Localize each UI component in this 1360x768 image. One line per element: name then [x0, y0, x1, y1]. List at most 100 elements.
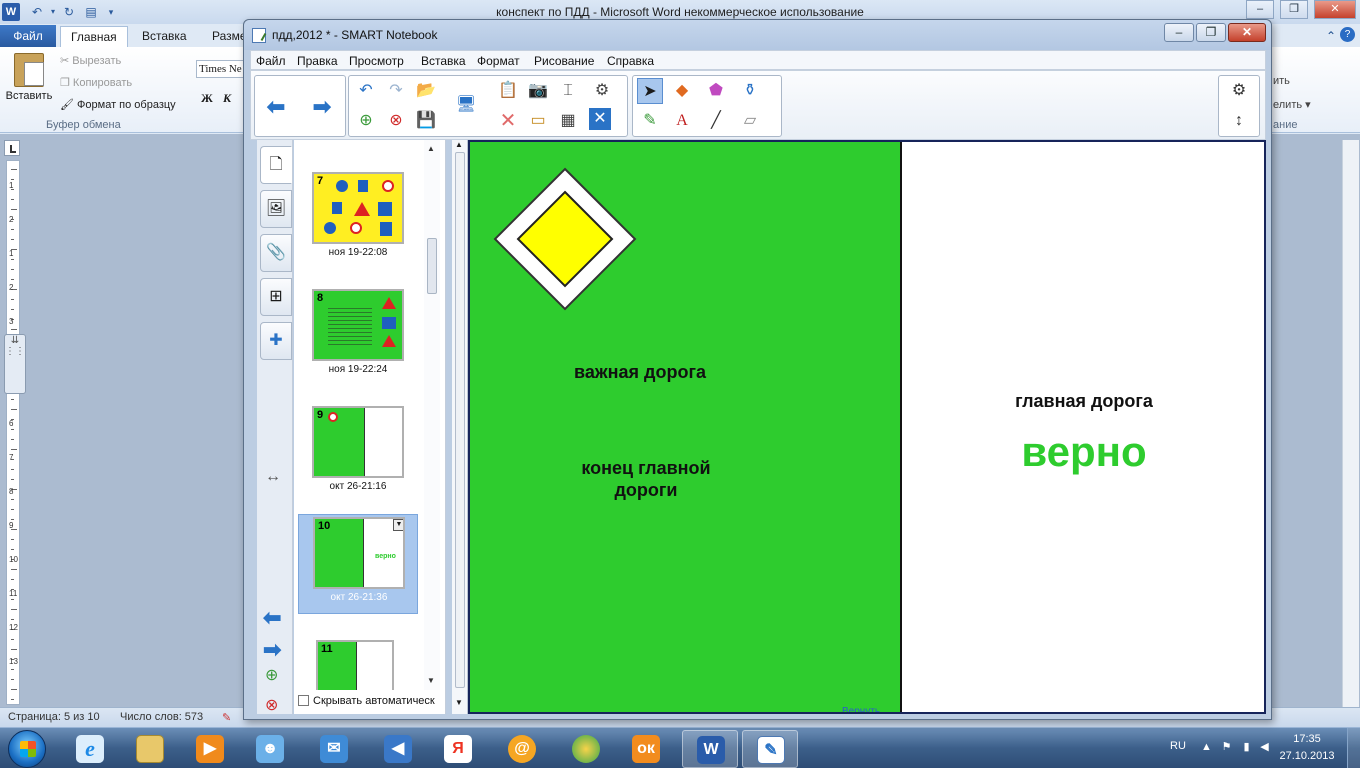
word-vertical-scrollbar[interactable]	[1342, 140, 1359, 707]
bold-button[interactable]: Ж	[201, 91, 213, 106]
taskbar-mail[interactable]: ✉	[306, 730, 362, 768]
undo-icon[interactable]: ↶	[353, 78, 379, 104]
page-thumbnail[interactable]: 11	[298, 638, 418, 690]
answer-end-of-main-road[interactable]: конец главной дороги	[546, 457, 746, 501]
menu-view[interactable]: Просмотр	[349, 54, 404, 68]
scroll-down-icon[interactable]: ▼	[427, 676, 435, 685]
replace-button[interactable]: ить	[1273, 75, 1290, 87]
taskbar-ie[interactable]: e	[62, 730, 118, 768]
cut-button[interactable]: ✂ Вырезать	[60, 52, 121, 70]
menu-help[interactable]: Справка	[607, 54, 654, 68]
notebook-close-button[interactable]: ✕	[1228, 23, 1266, 42]
font-name-field[interactable]: Times Ne	[196, 60, 248, 78]
select-tool-icon[interactable]: ➤	[637, 78, 663, 104]
menu-draw[interactable]: Рисование	[534, 54, 594, 68]
delete-icon[interactable]: ✕	[495, 108, 521, 134]
move-toolbar-icon[interactable]: ↕	[1226, 108, 1252, 134]
fill-tool-icon[interactable]: ⚱	[737, 78, 763, 104]
notebook-minimize-button[interactable]: –	[1164, 23, 1194, 42]
document-camera-icon[interactable]: ⌶	[555, 78, 581, 104]
screen-display-icon[interactable]: 🖥	[453, 92, 479, 118]
tab-attachments[interactable]: 📎	[260, 234, 292, 272]
resize-sidebar-icon[interactable]: ↔	[265, 468, 281, 486]
word-restore-button[interactable]: ❐	[1280, 0, 1308, 19]
clock-time[interactable]: 17:35	[1282, 733, 1332, 745]
action-center-icon[interactable]: ⚑	[1220, 741, 1233, 754]
tab-insert[interactable]: Вставка	[132, 26, 197, 47]
tab-file[interactable]: Файл	[0, 25, 56, 47]
redo-icon[interactable]: ↷	[383, 78, 409, 104]
sidebar-add-page-icon[interactable]: ⊕	[265, 665, 278, 685]
eraser-icon[interactable]: ▱	[737, 108, 763, 134]
show-desktop-button[interactable]	[1347, 728, 1360, 768]
fullscreen-icon[interactable]: ✕	[589, 108, 611, 130]
notebook-app-icon[interactable]	[252, 28, 266, 43]
tab-properties[interactable]: ⊞	[260, 278, 292, 316]
split-handle[interactable]: ⇊ ⋮⋮	[4, 334, 26, 394]
clock-date[interactable]: 27.10.2013	[1274, 750, 1340, 762]
menu-format[interactable]: Формат	[477, 54, 520, 68]
page-counter[interactable]: Страница: 5 из 10	[8, 711, 100, 723]
settings-gear-icon[interactable]: ⚙	[1226, 78, 1252, 104]
menu-file[interactable]: Файл	[256, 54, 286, 68]
sorter-scroll-thumb[interactable]	[427, 238, 437, 294]
page-scroll-up-icon[interactable]: ▲	[455, 140, 463, 149]
thumbnail-menu-icon[interactable]: ▼	[393, 519, 403, 531]
sidebar-previous-icon[interactable]: ⬅	[263, 605, 281, 631]
ribbon-collapse-icon[interactable]: ⌃	[1322, 27, 1340, 45]
page-thumbnail[interactable]: 8 ноя 19-22:24	[298, 287, 418, 387]
paste-icon[interactable]: 📋	[495, 78, 521, 104]
page-scrollbar[interactable]: ▲ ▼	[452, 140, 468, 714]
paste-button[interactable]: Вставить	[4, 51, 54, 115]
page-thumbnail-selected[interactable]: 10 верно ▼ окт 26-21:36	[298, 514, 418, 614]
italic-button[interactable]: К	[223, 91, 231, 106]
shapes-tool-icon[interactable]: ◆	[669, 78, 695, 104]
next-page-button[interactable]: ➡	[309, 94, 335, 120]
taskbar-smart-notebook[interactable]: ✎	[742, 730, 798, 768]
menu-insert[interactable]: Вставка	[421, 54, 466, 68]
sidebar-next-icon[interactable]: ➡	[263, 637, 281, 663]
save-icon[interactable]: 💾	[413, 108, 439, 134]
screen-capture-icon[interactable]: 📷	[525, 78, 551, 104]
answer-main-road[interactable]: главная дорога	[984, 391, 1184, 412]
tab-addons[interactable]: ✚	[260, 322, 292, 360]
proofing-icon[interactable]: ✎	[222, 711, 231, 724]
reset-page-link[interactable]: Вернуть	[842, 706, 880, 712]
autohide-checkbox[interactable]: Скрывать автоматическ	[298, 695, 435, 707]
previous-page-button[interactable]: ⬅	[263, 94, 289, 120]
taskbar-media-player[interactable]: ▶	[182, 730, 238, 768]
page-scroll-thumb[interactable]	[455, 152, 465, 688]
line-tool-icon[interactable]: ╱	[703, 108, 729, 134]
network-icon[interactable]: ▮	[1240, 741, 1253, 754]
sorter-scrollbar[interactable]: ▲ ▼	[424, 140, 440, 690]
language-indicator[interactable]: RU	[1170, 740, 1186, 752]
eraser-tool-icon[interactable]: ⬟	[703, 78, 729, 104]
page-thumbnail[interactable]: 9 окт 26-21:16	[298, 404, 418, 504]
notebook-restore-button[interactable]: ❐	[1196, 23, 1226, 42]
screen-shade-icon[interactable]: ▭	[525, 108, 551, 134]
tab-selector[interactable]	[4, 140, 20, 156]
tab-page-sorter[interactable]: 🗋	[260, 146, 292, 184]
copy-button[interactable]: ❐ Копировать	[60, 74, 132, 92]
checkbox-box[interactable]	[298, 695, 309, 706]
text-tool-icon[interactable]: A	[669, 108, 695, 134]
pens-tool-icon[interactable]: ✎	[637, 108, 663, 134]
table-icon[interactable]: ▦	[555, 108, 581, 134]
taskbar-mail-agent[interactable]: @	[494, 730, 550, 768]
taskbar-messenger[interactable]: ☻	[242, 730, 298, 768]
tab-gallery[interactable]: 🖼	[260, 190, 292, 228]
taskbar-browser[interactable]	[558, 730, 614, 768]
start-button[interactable]	[8, 730, 46, 768]
sidebar-delete-page-icon[interactable]: ⊗	[265, 695, 278, 715]
tab-home[interactable]: Главная	[60, 26, 128, 47]
taskbar-yandex[interactable]: Я	[430, 730, 486, 768]
select-button[interactable]: елить ▾	[1273, 98, 1311, 111]
format-painter-button[interactable]: 🖌 Формат по образцу	[60, 96, 176, 114]
show-hidden-icons[interactable]: ▲	[1200, 741, 1213, 754]
notebook-page-canvas[interactable]: важная дорога конец главной дороги Верну…	[468, 140, 1266, 714]
priority-road-sign[interactable]	[492, 166, 638, 312]
taskbar-explorer[interactable]	[122, 730, 178, 768]
page-thumbnail[interactable]: 7 ноя 19-22:08	[298, 170, 418, 270]
add-page-icon[interactable]: ⊕	[353, 108, 379, 134]
page-scroll-down-icon[interactable]: ▼	[455, 698, 463, 707]
